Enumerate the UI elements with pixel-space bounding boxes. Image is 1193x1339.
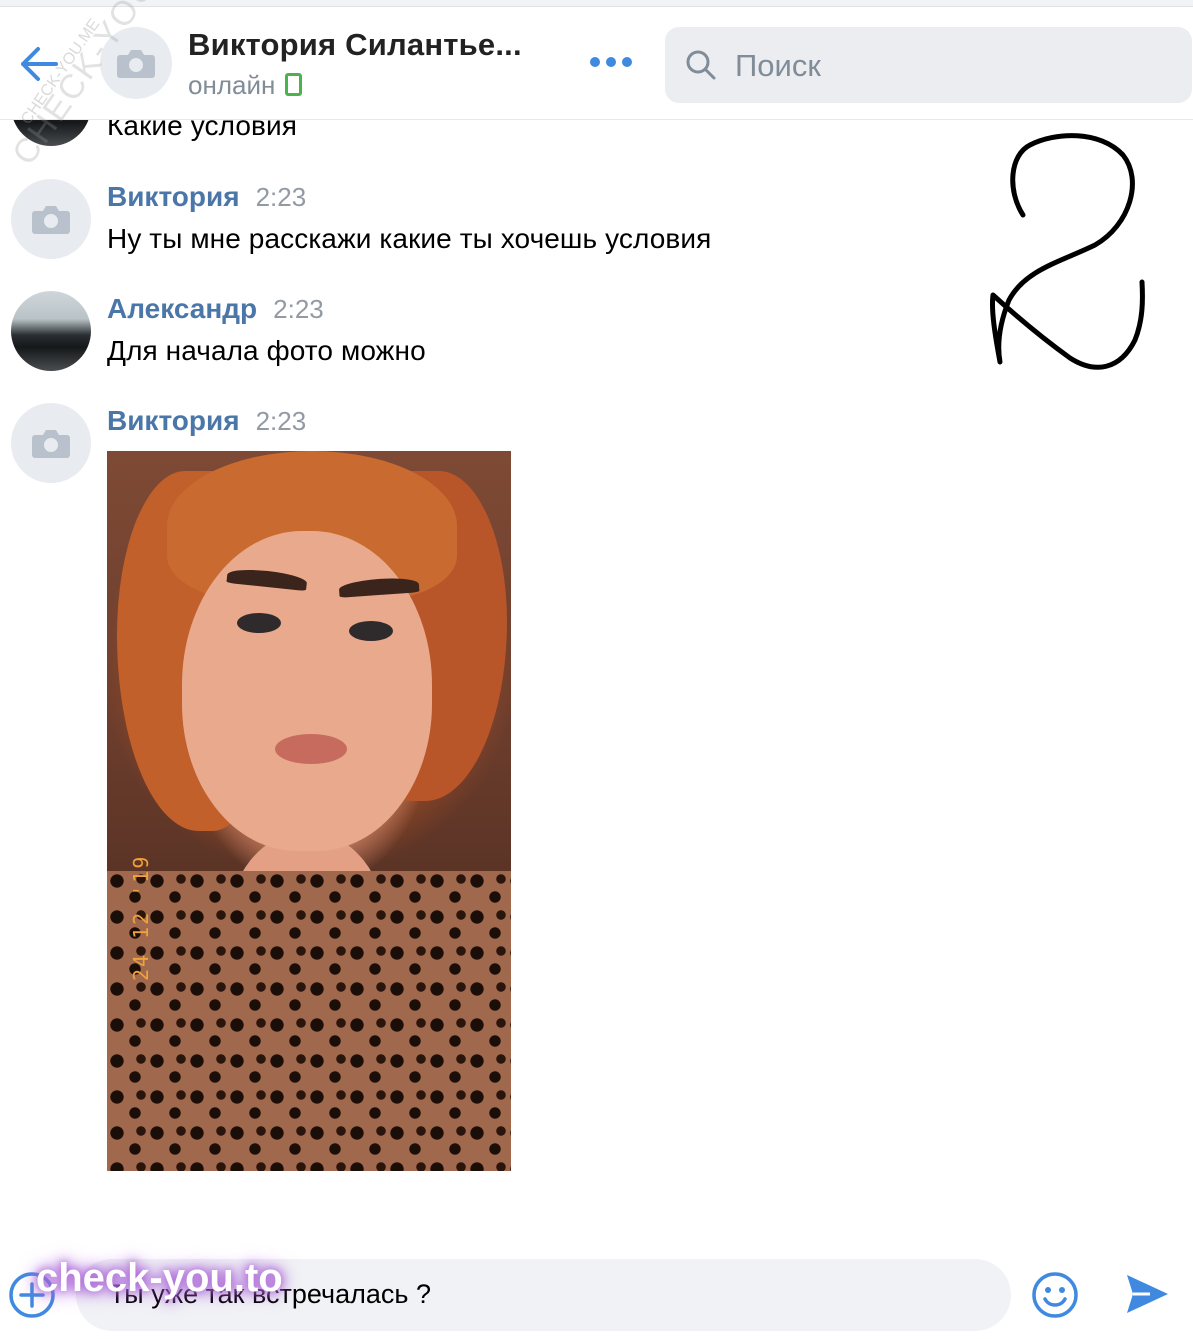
status-text: онлайн xyxy=(188,70,276,100)
window-top-edge xyxy=(0,0,1193,7)
send-icon[interactable] xyxy=(1124,1272,1170,1316)
message-author[interactable]: Виктория 2:23 xyxy=(107,405,306,437)
chat-status: онлайн xyxy=(188,70,303,101)
chat-header: Виктория Силантье... онлайн Поиск xyxy=(0,7,1193,120)
camera-icon xyxy=(117,50,155,78)
photo-attachment[interactable]: 24 12 '19 xyxy=(107,451,511,1171)
message-text: Для начала фото можно xyxy=(107,335,426,366)
photo-eye xyxy=(237,613,281,633)
message-author[interactable]: Виктория 2:23 xyxy=(107,181,306,213)
photo-eye xyxy=(349,621,393,641)
message-time: 2:23 xyxy=(255,182,307,212)
message-time: 2:23 xyxy=(273,294,324,324)
online-mobile-icon xyxy=(285,73,303,96)
watermark-bottom: check-you.to xyxy=(36,1256,283,1300)
message-text: Ну ты мне расскажи какие ты хочешь услов… xyxy=(107,223,712,254)
message-time: 2:23 xyxy=(255,406,307,436)
handwritten-number-overlay xyxy=(990,133,1145,370)
photo-lips xyxy=(275,734,347,764)
photo-date-stamp: 24 12 '19 xyxy=(129,854,153,981)
more-dots-icon[interactable] xyxy=(588,52,634,72)
avatar-viktoriya[interactable] xyxy=(11,179,91,259)
author-name[interactable]: Виктория xyxy=(107,405,240,436)
camera-icon xyxy=(32,430,70,458)
search-field[interactable]: Поиск xyxy=(665,27,1192,103)
emoji-icon[interactable] xyxy=(1031,1271,1079,1319)
message-author[interactable]: Александр 2:23 xyxy=(107,293,324,325)
avatar-aleksandr[interactable] xyxy=(11,291,91,371)
author-name[interactable]: Александр xyxy=(107,293,257,324)
avatar-viktoriya[interactable] xyxy=(11,403,91,483)
camera-icon xyxy=(32,206,70,234)
photo-leopard-shirt xyxy=(107,871,511,1171)
author-name[interactable]: Виктория xyxy=(107,181,240,212)
search-placeholder[interactable]: Поиск xyxy=(735,48,821,84)
chat-title[interactable]: Виктория Силантье... xyxy=(188,27,522,63)
search-icon xyxy=(686,50,716,80)
